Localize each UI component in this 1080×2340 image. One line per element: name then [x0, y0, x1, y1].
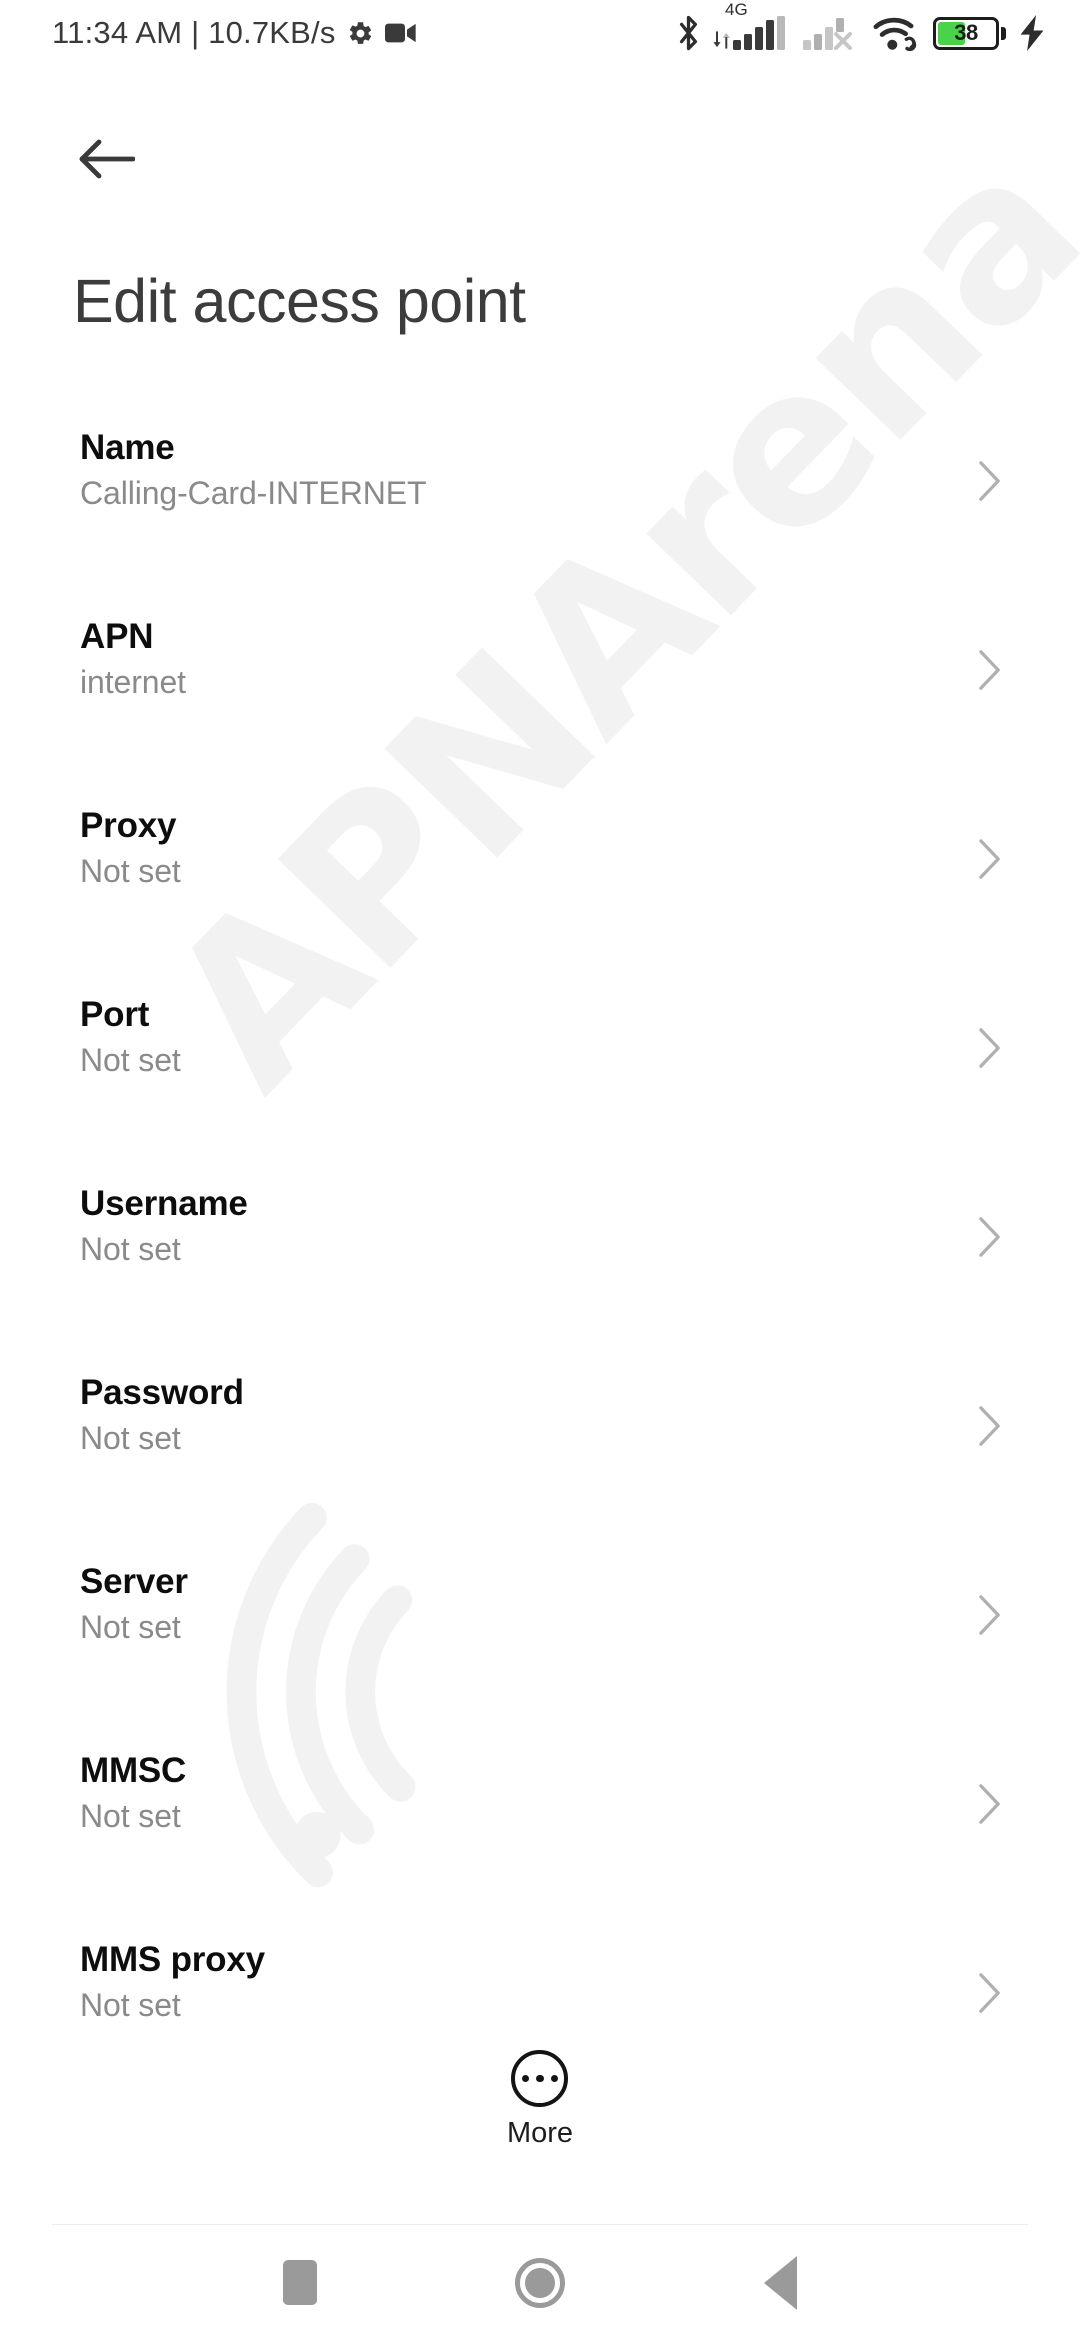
dot: [550, 2074, 559, 2083]
row-texts: Name Calling-Card-INTERNET: [80, 405, 972, 513]
row-value: Not set: [80, 1042, 181, 1079]
settings-row-username[interactable]: Username Not set: [0, 1161, 1080, 1350]
row-label: MMSC: [80, 1751, 187, 1790]
wifi-link-icon: [873, 17, 917, 51]
status-clock-and-speed: 11:34 AM | 10.7KB/s: [52, 15, 336, 50]
row-value: Not set: [80, 1987, 181, 2024]
phone-screen: APNArena 11:34 AM | 10.7KB/s 4G 38 Edit …: [0, 0, 1080, 2340]
row-texts: Password Not set: [80, 1350, 972, 1458]
recents-button[interactable]: [245, 2241, 355, 2325]
row-value: Calling-Card-INTERNET: [80, 475, 427, 512]
navigation-bar: [0, 2225, 1080, 2340]
home-button[interactable]: [485, 2241, 595, 2325]
back-nav-button[interactable]: [725, 2241, 835, 2325]
status-bar-left: 11:34 AM | 10.7KB/s: [52, 15, 417, 51]
more-bar: More: [0, 2022, 1080, 2202]
chevron-right-icon: [972, 1217, 1008, 1257]
settings-list[interactable]: Name Calling-Card-INTERNET APN internet Prox…: [0, 405, 1080, 2025]
arrow-back-icon: [79, 139, 135, 179]
back-button[interactable]: [72, 124, 142, 194]
settings-row-port[interactable]: Port Not set: [0, 972, 1080, 1161]
more-button-label: More: [506, 2117, 574, 2149]
settings-row-name[interactable]: Name Calling-Card-INTERNET: [0, 405, 1080, 594]
chevron-right-icon: [972, 461, 1008, 501]
battery-cap: [1001, 26, 1006, 40]
row-texts: Server Not set: [80, 1539, 972, 1647]
circle-home-icon: [515, 2257, 565, 2308]
row-label: MMS proxy: [80, 1940, 265, 1979]
status-bar: 11:34 AM | 10.7KB/s 4G 38: [0, 0, 1080, 66]
bluetooth-icon: [679, 15, 698, 51]
dot: [521, 2074, 530, 2083]
settings-row-password[interactable]: Password Not set: [0, 1350, 1080, 1539]
row-value: internet: [80, 664, 186, 701]
settings-row-mmsc[interactable]: MMSC Not set: [0, 1728, 1080, 1917]
overflow-dots-icon: [511, 2050, 569, 2107]
dot: [536, 2074, 544, 2083]
data-arrows-icon: [713, 31, 730, 49]
settings-row-mms-proxy[interactable]: MMS proxy Not set: [0, 1917, 1080, 2025]
row-label: Server: [80, 1562, 188, 1601]
charging-bolt-icon: [1020, 15, 1044, 51]
page-title: Edit access point: [73, 267, 526, 335]
row-texts: Proxy Not set: [80, 783, 972, 891]
chevron-right-icon: [972, 1973, 1008, 2013]
settings-row-apn[interactable]: APN internet: [0, 594, 1080, 783]
battery-body: 38: [933, 16, 999, 50]
chevron-right-icon: [972, 839, 1008, 879]
more-button[interactable]: More: [507, 2050, 573, 2150]
signal-bars-off-icon: [803, 18, 852, 50]
row-texts: APN internet: [80, 594, 972, 702]
battery-level-text: 38: [954, 20, 978, 45]
row-label: Port: [80, 995, 150, 1034]
row-value: Not set: [80, 1231, 181, 1268]
row-value: Not set: [80, 1609, 181, 1646]
row-texts: Port Not set: [80, 972, 972, 1080]
chevron-right-icon: [972, 650, 1008, 690]
row-value: Not set: [80, 1798, 181, 1835]
triangle-back-icon: [763, 2255, 797, 2310]
row-texts: MMSC Not set: [80, 1728, 972, 1836]
sim1-signal-group: 4G: [713, 0, 791, 50]
row-label: Username: [80, 1184, 248, 1223]
row-label: Password: [80, 1373, 244, 1412]
row-label: Name: [80, 428, 175, 467]
battery-indicator: 38: [933, 16, 1006, 50]
chevron-right-icon: [972, 1784, 1008, 1824]
video-camera-icon: [384, 23, 416, 43]
chevron-right-icon: [972, 1028, 1008, 1068]
square-recents-icon: [283, 2260, 317, 2305]
row-texts: Username Not set: [80, 1161, 972, 1269]
signal-bars-icon: [733, 16, 785, 50]
row-label: Proxy: [80, 806, 177, 845]
row-value: Not set: [80, 1420, 181, 1457]
row-value: Not set: [80, 853, 181, 890]
settings-row-proxy[interactable]: Proxy Not set: [0, 783, 1080, 972]
chevron-right-icon: [972, 1406, 1008, 1446]
status-bar-right: 4G 38: [676, 0, 1046, 52]
gear-icon: [349, 21, 371, 44]
chevron-right-icon: [972, 1595, 1008, 1635]
row-label: APN: [80, 617, 154, 656]
row-texts: MMS proxy Not set: [80, 1917, 972, 2025]
settings-row-server[interactable]: Server Not set: [0, 1539, 1080, 1728]
network-type-label: 4G: [725, 0, 748, 19]
